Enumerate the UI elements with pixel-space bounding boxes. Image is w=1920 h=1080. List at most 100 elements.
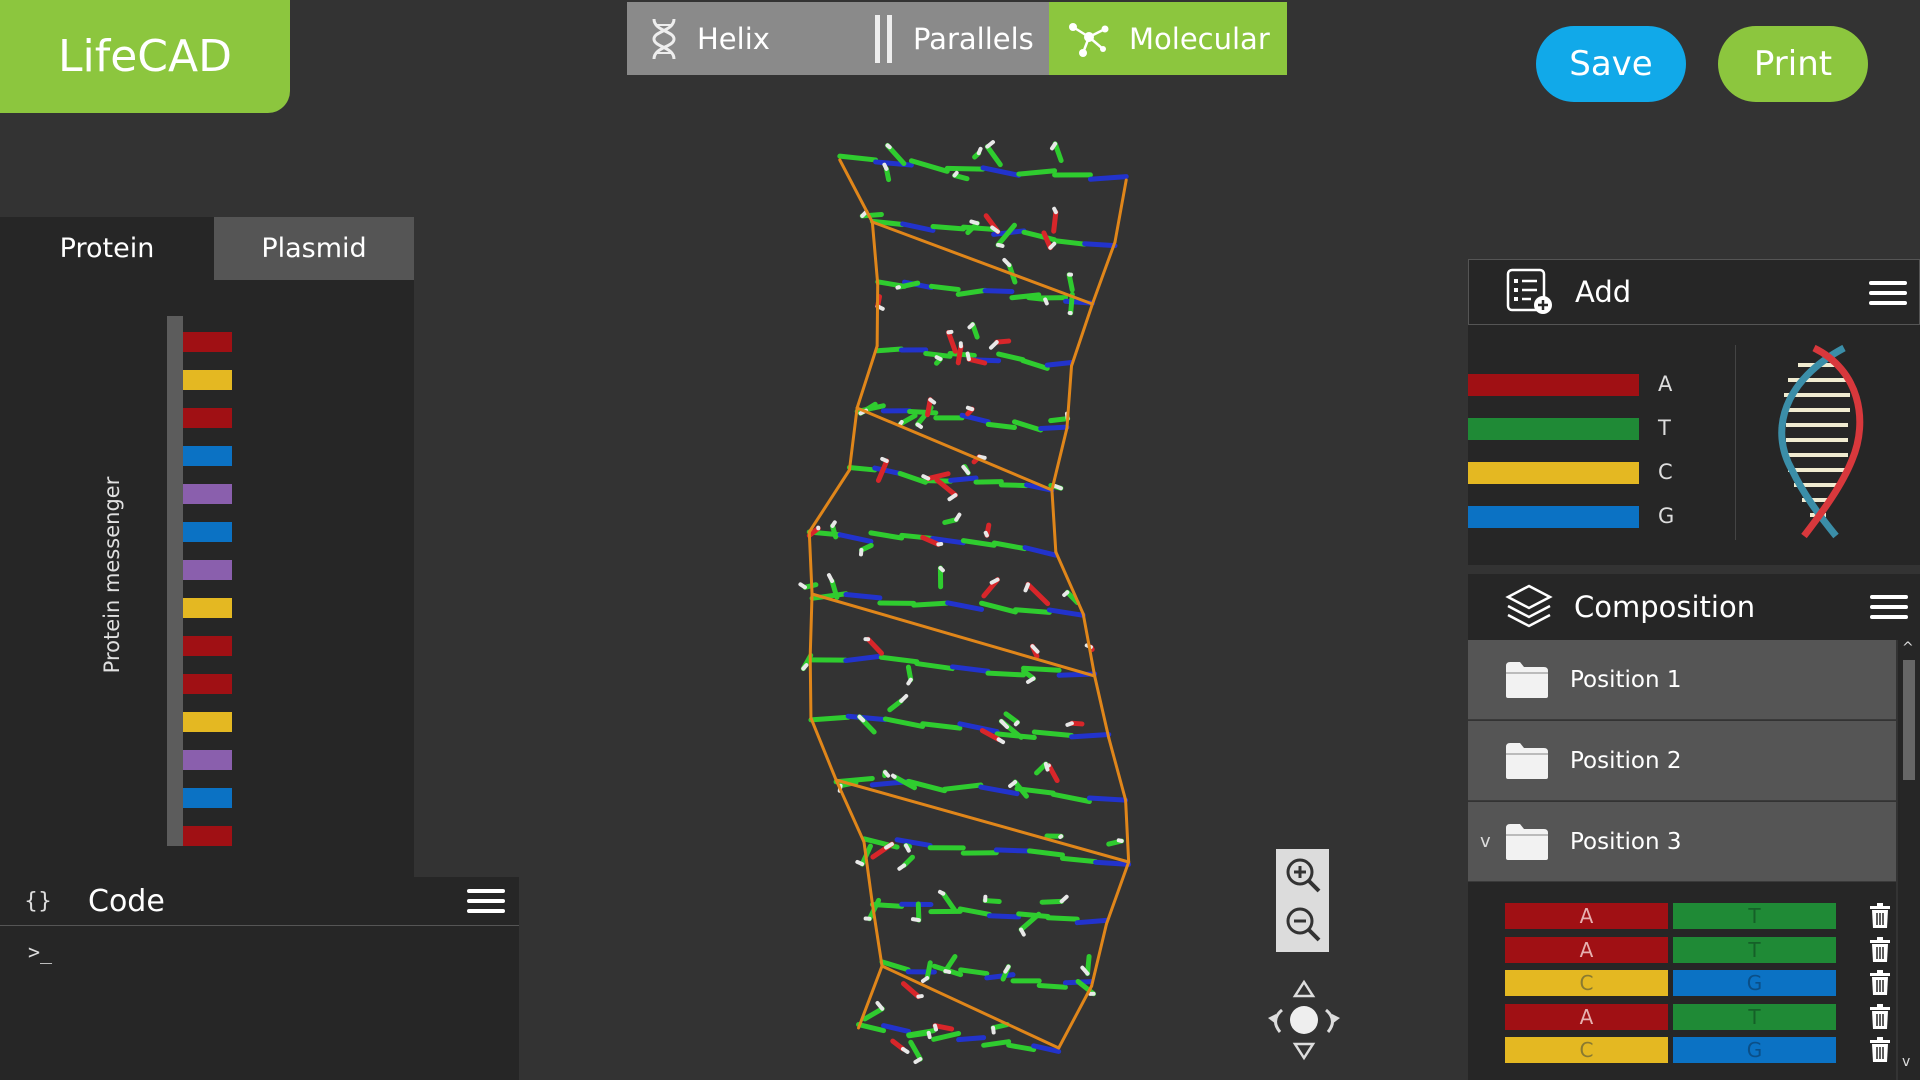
molecule-bond: [924, 960, 933, 981]
molecule-bond: [1046, 762, 1060, 784]
strand-segment[interactable]: [183, 332, 232, 352]
hamburger-menu-icon[interactable]: [1870, 593, 1908, 621]
molecule-bond: [948, 475, 979, 483]
pair-right-base[interactable]: T: [1673, 903, 1836, 929]
base-label: C: [1658, 460, 1673, 484]
molecule-bond: [957, 906, 992, 917]
molecule-bond: [1011, 419, 1044, 433]
molecule-bond: [984, 144, 1003, 168]
molecule-viewport[interactable]: [760, 130, 1200, 1080]
trash-icon[interactable]: [1869, 936, 1891, 967]
molecule-bond: [979, 600, 1018, 615]
code-panel-title: Code: [88, 883, 165, 919]
strand-segment[interactable]: [183, 750, 232, 770]
position-row-3[interactable]: v Position 3: [1468, 802, 1896, 882]
strand-segment[interactable]: [183, 712, 232, 732]
pair-left-base[interactable]: C: [1505, 1037, 1668, 1063]
hydrogen-bond: [933, 1023, 939, 1032]
molecule-bond: [1021, 229, 1057, 243]
base-label: A: [1658, 372, 1673, 396]
strand-segment[interactable]: [183, 370, 232, 390]
strand-segment[interactable]: [183, 598, 232, 618]
pair-right-base[interactable]: T: [1673, 936, 1836, 963]
pair-left-base[interactable]: A: [1505, 903, 1668, 929]
molecule-bond: [887, 698, 904, 713]
position-label: Position 2: [1570, 747, 1682, 774]
scrollbar-thumb[interactable]: [1903, 660, 1915, 780]
molecule-bond: [985, 421, 1017, 430]
molecule-bond: [914, 661, 955, 672]
molecule-bond: [946, 329, 958, 354]
strand-segment[interactable]: [183, 522, 232, 542]
hydrogen-bond: [801, 663, 809, 671]
base-bar-t[interactable]: [1468, 418, 1639, 440]
zoom-in-icon[interactable]: [1283, 855, 1323, 895]
strand-segment[interactable]: [183, 636, 232, 656]
dna-helix-icon[interactable]: [1764, 340, 1874, 540]
molecule-bond: [1039, 898, 1065, 905]
molecule-bond: [1003, 711, 1021, 725]
left-panel-tabs: Protein Plasmid: [0, 217, 414, 280]
print-button[interactable]: Print: [1718, 26, 1868, 102]
position-row-2[interactable]: Position 2: [1468, 721, 1896, 801]
hydrogen-bond: [1008, 780, 1018, 788]
strand-segment[interactable]: [183, 560, 232, 580]
tab-helix[interactable]: Helix: [627, 2, 838, 75]
molecule-bond: [1044, 360, 1075, 368]
molecule-bond: [973, 479, 1004, 485]
scroll-down-icon[interactable]: v: [1902, 1054, 1910, 1070]
hydrogen-bond: [899, 694, 909, 703]
hydrogen-bond: [1058, 834, 1064, 840]
molecule-bond: [998, 482, 1030, 489]
molecule-bond: [993, 847, 1032, 854]
molecule-bond: [1041, 230, 1053, 251]
trash-icon[interactable]: [1869, 1003, 1891, 1034]
tab-protein[interactable]: Protein: [0, 217, 214, 280]
hydrogen-bond: [985, 140, 995, 149]
pair-left-base[interactable]: A: [1505, 1003, 1668, 1030]
molecule-bond: [990, 1022, 1010, 1031]
backbone-bond: [1090, 922, 1108, 988]
molecule-bond: [982, 898, 1002, 904]
layers-icon: [1505, 584, 1553, 628]
rotate-navigation-icon[interactable]: [1264, 978, 1344, 1062]
position-row-1[interactable]: Position 1: [1468, 640, 1896, 720]
strand-segment[interactable]: [183, 484, 232, 504]
hydrogen-bond: [880, 456, 889, 463]
strand-segment[interactable]: [183, 788, 232, 808]
tab-molecular[interactable]: Molecular: [1049, 2, 1287, 75]
pair-right-base[interactable]: G: [1673, 1037, 1836, 1063]
pair-right-base[interactable]: G: [1673, 970, 1836, 996]
strand-segment[interactable]: [183, 826, 232, 846]
molecule-bond: [845, 713, 888, 723]
tab-parallels[interactable]: Parallels: [838, 2, 1049, 75]
pair-right-base[interactable]: T: [1673, 1003, 1836, 1030]
trash-icon[interactable]: [1869, 1037, 1891, 1067]
molecule-bond: [900, 221, 936, 233]
expand-chevron-icon[interactable]: v: [1480, 831, 1504, 852]
hamburger-menu-icon[interactable]: [467, 887, 505, 915]
trash-icon[interactable]: [1869, 903, 1891, 933]
pair-left-base[interactable]: C: [1505, 970, 1668, 996]
molecule-bond: [1045, 915, 1080, 922]
molecule-bond: [843, 653, 884, 664]
tab-plasmid[interactable]: Plasmid: [214, 217, 414, 280]
base-bar-c[interactable]: [1468, 462, 1639, 484]
base-bar-a[interactable]: [1468, 374, 1639, 396]
save-button[interactable]: Save: [1536, 26, 1686, 102]
strand-segment[interactable]: [183, 446, 232, 466]
code-console[interactable]: [0, 926, 519, 1080]
add-list-icon[interactable]: [1505, 267, 1555, 317]
strand-segment[interactable]: [183, 408, 232, 428]
folder-icon: [1506, 661, 1548, 698]
strand-segment[interactable]: [183, 674, 232, 694]
pair-left-base[interactable]: A: [1505, 936, 1668, 963]
zoom-out-icon[interactable]: [1283, 904, 1323, 944]
scroll-up-icon[interactable]: ^: [1902, 640, 1914, 656]
divider: [1735, 345, 1736, 540]
hamburger-menu-icon[interactable]: [1869, 279, 1907, 307]
molecule-bond: [1082, 241, 1118, 249]
molecule-bond: [837, 153, 879, 163]
base-bar-g[interactable]: [1468, 506, 1639, 528]
trash-icon[interactable]: [1869, 970, 1891, 1000]
